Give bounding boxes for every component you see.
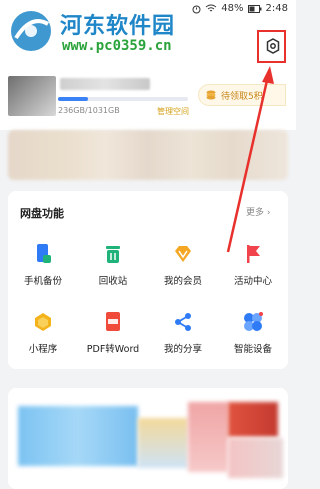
phone-backup-icon <box>32 243 54 265</box>
feature-activity-center[interactable]: 活动中心 <box>218 243 288 299</box>
feature-mini-program[interactable]: 小程序 <box>8 311 78 367</box>
claim-points-label: 待领取5积 <box>221 91 263 102</box>
storage-bar-fill <box>58 97 88 101</box>
feature-label: PDF转Word <box>86 344 140 355</box>
avatar[interactable] <box>8 76 56 116</box>
watermark-logo-icon <box>11 11 51 51</box>
clock: 2:48 <box>265 3 288 14</box>
share-icon <box>172 311 194 333</box>
feature-label: 我的会员 <box>163 276 202 287</box>
blurred-image <box>188 402 228 472</box>
feature-label: 手机备份 <box>23 276 62 287</box>
trash-icon <box>102 243 124 265</box>
blurred-content-card[interactable] <box>8 388 288 489</box>
feature-recycle-bin[interactable]: 回收站 <box>78 243 148 299</box>
claim-points-button[interactable]: 待领取5积 <box>198 84 286 106</box>
feature-label: 智能设备 <box>233 344 272 355</box>
watermark-title: 河东软件园 <box>60 14 176 39</box>
feature-pdf-to-word[interactable]: PDF转Word <box>78 311 148 367</box>
feature-smart-device[interactable]: 智能设备 <box>218 311 288 367</box>
storage-usage: 236GB/1031GB <box>58 106 120 115</box>
blurred-image <box>228 438 283 478</box>
feature-label: 回收站 <box>98 276 128 287</box>
feature-my-share[interactable]: 我的分享 <box>148 311 218 367</box>
mini-program-icon <box>32 311 54 333</box>
feature-label: 活动中心 <box>233 276 272 287</box>
flag-icon <box>242 243 264 265</box>
smart-device-icon <box>242 311 264 333</box>
username-blurred <box>60 78 150 90</box>
battery-icon <box>247 4 262 13</box>
feature-my-vip[interactable]: 我的会员 <box>148 243 218 299</box>
blurred-image <box>138 418 188 468</box>
vip-diamond-icon <box>172 243 194 265</box>
pdf-icon <box>102 311 124 333</box>
highlight-box <box>257 30 286 63</box>
features-title: 网盘功能 <box>20 207 64 220</box>
watermark-url: www.pc0359.cn <box>62 38 172 54</box>
watermark: 河东软件园 www.pc0359.cn <box>0 2 230 64</box>
blurred-image <box>228 402 278 437</box>
feature-label: 小程序 <box>28 344 58 355</box>
feature-phone-backup[interactable]: 手机备份 <box>8 243 78 299</box>
blurred-image <box>18 406 138 466</box>
promo-banner-blurred[interactable] <box>8 130 288 180</box>
more-link[interactable]: 更多 › <box>246 205 270 218</box>
feature-label: 我的分享 <box>163 344 202 355</box>
manage-space-link[interactable]: 管理空间 <box>157 106 189 117</box>
coin-stack-icon <box>206 90 216 100</box>
